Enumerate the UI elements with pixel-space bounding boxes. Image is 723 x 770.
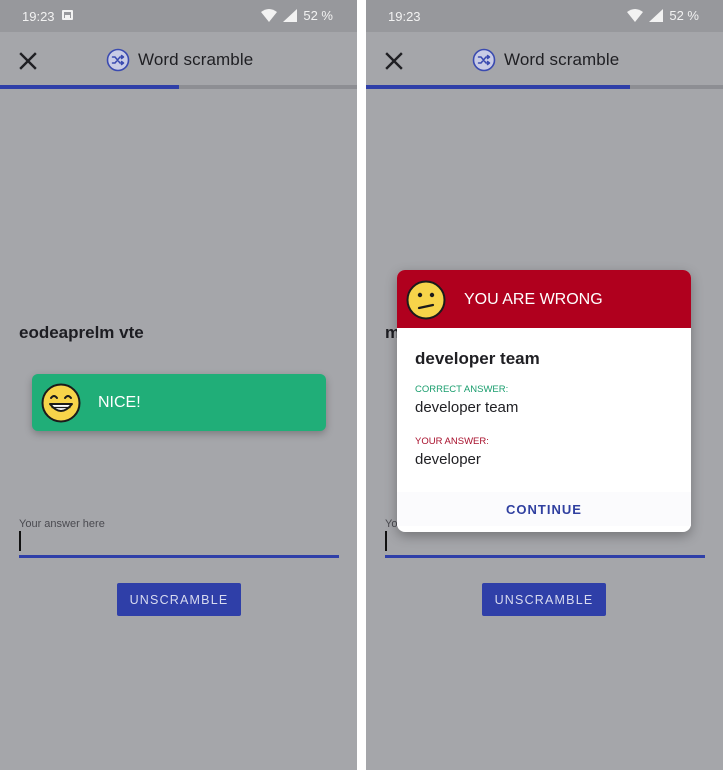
status-icons: 52 % [261,8,333,23]
nice-toast: NICE! [32,374,326,431]
scrambled-word: eodeaprelm vte [19,323,144,342]
correct-answer-value: developer team [415,399,519,416]
right-screen: 19:23 52 % Word scramble m Yo UNSCRAMBLE [366,0,723,770]
continue-button[interactable]: CONTINUE [397,492,691,526]
dialog-header: YOU ARE WRONG [397,270,691,328]
shuffle-icon [106,48,130,72]
dialog-phrase: developer team [415,349,540,368]
left-screen: 19:23 52 % Word scramble eodeaprelm vte [0,0,357,770]
answer-input[interactable] [385,555,705,558]
wifi-icon [627,9,644,22]
answer-placeholder: Your answer here [19,518,105,530]
close-icon[interactable] [385,52,403,70]
progress-bar [0,85,357,89]
grin-emoji-icon [41,383,81,423]
toast-text: NICE! [98,394,141,411]
unscramble-button[interactable]: UNSCRAMBLE [117,583,241,616]
signal-icon [649,9,664,22]
dialog-title: YOU ARE WRONG [464,291,603,308]
progress-fill [0,85,179,89]
text-cursor [19,531,21,551]
wifi-icon [261,9,278,22]
answer-placeholder: Yo [385,518,397,530]
app-title: Word scramble [138,50,254,69]
wrong-answer-dialog: YOU ARE WRONG developer team CORRECT ANS… [397,270,691,532]
your-answer-value: developer [415,451,481,468]
status-time: 19:23 [22,9,55,24]
app-bar: Word scramble [0,32,357,87]
unscramble-button[interactable]: UNSCRAMBLE [482,583,606,616]
close-icon[interactable] [19,52,37,70]
status-time: 19:23 [388,9,421,24]
correct-answer-label: CORRECT ANSWER: [415,384,509,395]
app-title-group: Word scramble [106,48,253,72]
screen-divider [357,0,366,770]
status-bar: 19:23 52 % [0,0,357,32]
progress-bar [366,85,723,89]
battery-text: 52 % [303,8,333,23]
app-title: Word scramble [504,50,620,69]
confused-emoji-icon [406,280,446,320]
battery-text: 52 % [669,8,699,23]
answer-input[interactable] [19,555,339,558]
shuffle-icon [472,48,496,72]
signal-icon [283,9,298,22]
text-cursor [385,531,387,551]
status-bar: 19:23 52 % [366,0,723,32]
progress-fill [366,85,631,89]
app-bar: Word scramble [366,32,723,87]
your-answer-label: YOUR ANSWER: [415,436,489,447]
status-icons: 52 % [627,8,699,23]
image-notification-icon [62,10,73,20]
app-title-group: Word scramble [472,48,619,72]
